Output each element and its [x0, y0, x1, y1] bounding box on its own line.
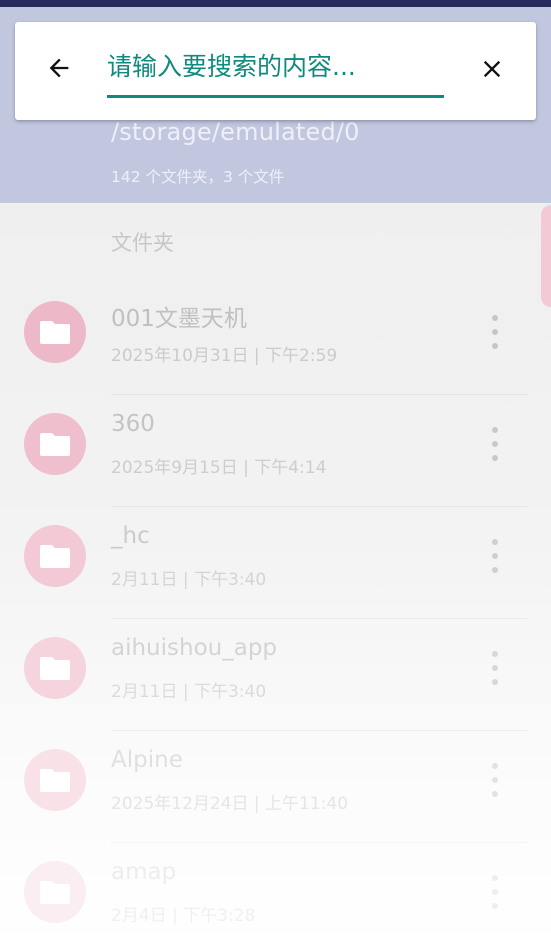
- folder-avatar: [24, 637, 86, 699]
- folder-name: aihuishou_app: [111, 635, 278, 661]
- back-button[interactable]: [39, 48, 79, 88]
- more-vertical-icon: [492, 651, 498, 657]
- clear-search-button[interactable]: [471, 48, 513, 90]
- folder-name: Alpine: [111, 747, 183, 773]
- folder-row[interactable]: amap 2月4日 | 下午3:28: [0, 843, 551, 951]
- folder-row[interactable]: Alpine 2025年12月24日 | 上午11:40: [0, 731, 551, 843]
- folder-modified-date: 2025年10月31日 | 下午2:59: [111, 346, 338, 366]
- close-icon: [483, 60, 501, 78]
- folder-icon: [40, 657, 70, 680]
- folder-row[interactable]: aihuishou_app 2月11日 | 下午3:40: [0, 619, 551, 731]
- folder-icon: [40, 545, 70, 568]
- folder-icon: [40, 881, 70, 904]
- folder-modified-date: 2月4日 | 下午3:28: [111, 906, 256, 926]
- folder-file-count: 142 个文件夹，3 个文件: [111, 168, 285, 186]
- folder-modified-date: 2025年9月15日 | 下午4:14: [111, 458, 327, 478]
- folder-avatar: [24, 749, 86, 811]
- folder-icon: [40, 769, 70, 792]
- search-bar: [15, 22, 536, 120]
- more-options-button[interactable]: [480, 315, 510, 349]
- search-input[interactable]: [107, 44, 444, 98]
- more-options-button[interactable]: [480, 427, 510, 461]
- folder-avatar: [24, 525, 86, 587]
- section-header-folders: 文件夹: [111, 231, 174, 255]
- folder-avatar: [24, 301, 86, 363]
- folder-avatar: [24, 413, 86, 475]
- more-options-button[interactable]: [480, 763, 510, 797]
- more-vertical-icon: [492, 539, 498, 545]
- more-vertical-icon: [492, 315, 498, 321]
- folder-icon: [40, 321, 70, 344]
- more-vertical-icon: [492, 427, 498, 433]
- folder-row[interactable]: 001文墨天机 2025年10月31日 | 下午2:59: [0, 283, 551, 395]
- more-vertical-icon: [492, 763, 498, 769]
- folder-name: amap: [111, 859, 177, 885]
- folder-name: 001文墨天机: [111, 306, 247, 332]
- folder-row[interactable]: _hc 2月11日 | 下午3:40: [0, 507, 551, 619]
- more-options-button[interactable]: [480, 539, 510, 573]
- file-list[interactable]: 文件夹 001文墨天机 2025年10月31日 | 下午2:59 360 2025年9…: [0, 203, 551, 951]
- more-options-button[interactable]: [480, 875, 510, 909]
- folder-modified-date: 2025年12月24日 | 上午11:40: [111, 794, 349, 814]
- folder-name: _hc: [111, 523, 150, 549]
- status-bar: [0, 0, 551, 7]
- folder-row[interactable]: 360 2025年9月15日 | 下午4:14: [0, 395, 551, 507]
- folder-name: 360: [111, 411, 155, 437]
- folder-icon: [40, 433, 70, 456]
- current-path: /storage/emulated/0: [111, 118, 360, 146]
- more-options-button[interactable]: [480, 651, 510, 685]
- folder-modified-date: 2月11日 | 下午3:40: [111, 570, 267, 590]
- folder-modified-date: 2月11日 | 下午3:40: [111, 682, 267, 702]
- folder-avatar: [24, 861, 86, 923]
- arrow-left-icon: [49, 58, 69, 78]
- more-vertical-icon: [492, 875, 498, 881]
